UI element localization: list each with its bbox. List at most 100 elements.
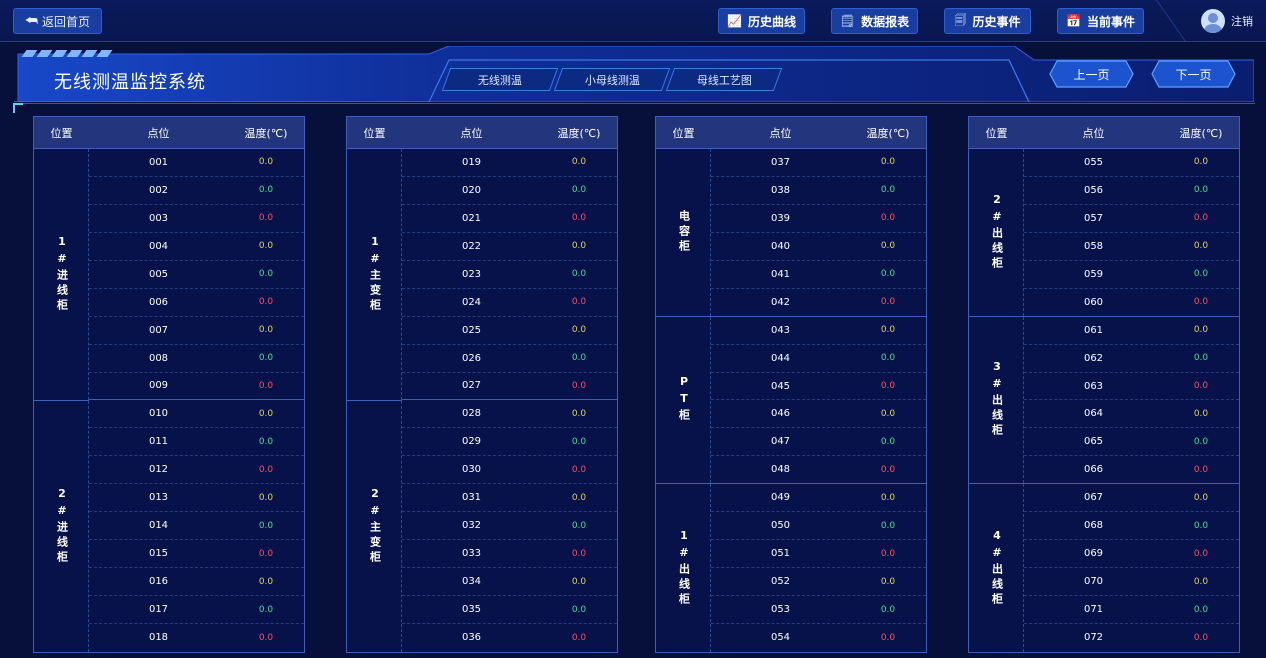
table-row[interactable]: 029 0.0 — [402, 428, 617, 457]
table-row[interactable]: 044 0.0 — [711, 345, 926, 373]
table-row[interactable]: 042 0.0 — [711, 289, 926, 317]
table-row[interactable]: 011 0.0 — [89, 428, 304, 457]
location-cell: PT柜 — [656, 316, 711, 485]
table-row[interactable]: 047 0.0 — [711, 428, 926, 457]
table-row[interactable]: 050 0.0 — [711, 512, 926, 541]
table-row[interactable]: 018 0.0 — [89, 624, 304, 652]
table-row[interactable]: 063 0.0 — [1024, 373, 1239, 401]
tab-wireless-temp[interactable]: 无线测温 — [441, 68, 559, 91]
table-row[interactable]: 030 0.0 — [402, 456, 617, 485]
table-row[interactable]: 045 0.0 — [711, 373, 926, 401]
table-row[interactable]: 064 0.0 — [1024, 400, 1239, 429]
table-row[interactable]: 007 0.0 — [89, 317, 304, 345]
table-row[interactable]: 068 0.0 — [1024, 512, 1239, 541]
table-row[interactable]: 041 0.0 — [711, 261, 926, 289]
table-row[interactable]: 035 0.0 — [402, 596, 617, 624]
table-row[interactable]: 006 0.0 — [89, 289, 304, 317]
temperature-value: 0.0 — [571, 604, 587, 615]
avatar[interactable] — [1201, 9, 1225, 33]
table-row[interactable]: 067 0.0 — [1024, 484, 1239, 513]
table-row[interactable]: 032 0.0 — [402, 512, 617, 541]
table-row[interactable]: 010 0.0 — [89, 401, 304, 429]
table-row[interactable]: 059 0.0 — [1024, 261, 1239, 289]
header-banner: 无线测温监控系统 无线测温 小母线测温 母线工艺图 上一页 下一页 — [14, 46, 1254, 102]
tab-small-busbar-temp[interactable]: 小母线测温 — [553, 68, 671, 91]
table-row[interactable]: 017 0.0 — [89, 596, 304, 624]
table-row[interactable]: 034 0.0 — [402, 568, 617, 597]
table-row[interactable]: 070 0.0 — [1024, 568, 1239, 597]
history-curve-button[interactable]: 📈 历史曲线 — [718, 8, 805, 34]
table-row[interactable]: 005 0.0 — [89, 261, 304, 289]
point-id: 039 — [770, 212, 791, 224]
temperature-value: 0.0 — [1193, 408, 1209, 419]
table-row[interactable]: 001 0.0 — [89, 149, 304, 177]
table-row[interactable]: 003 0.0 — [89, 205, 304, 233]
table-row[interactable]: 039 0.0 — [711, 205, 926, 233]
table-row[interactable]: 069 0.0 — [1024, 540, 1239, 569]
table-row[interactable]: 043 0.0 — [711, 317, 926, 345]
logout-link[interactable]: 注销 — [1231, 13, 1253, 29]
table-row[interactable]: 023 0.0 — [402, 261, 617, 289]
table-row[interactable]: 048 0.0 — [711, 456, 926, 485]
table-row[interactable]: 012 0.0 — [89, 456, 304, 485]
back-home-button[interactable]: ⮪ 返回首页 — [13, 8, 102, 34]
table-row[interactable]: 013 0.0 — [89, 484, 304, 513]
temperature-value: 0.0 — [1193, 548, 1209, 559]
table-row[interactable]: 053 0.0 — [711, 596, 926, 625]
table-row[interactable]: 061 0.0 — [1024, 317, 1239, 345]
table-row[interactable]: 021 0.0 — [402, 205, 617, 233]
table-row[interactable]: 054 0.0 — [711, 624, 926, 652]
table-row[interactable]: 037 0.0 — [711, 149, 926, 177]
history-events-button[interactable]: 🗐 历史事件 — [944, 8, 1031, 34]
table-row[interactable]: 040 0.0 — [711, 233, 926, 261]
table-row[interactable]: 024 0.0 — [402, 289, 617, 317]
temperature-value: 0.0 — [880, 297, 896, 308]
table-row[interactable]: 025 0.0 — [402, 317, 617, 345]
table-row[interactable]: 056 0.0 — [1024, 177, 1239, 205]
temperature-value: 0.0 — [258, 269, 274, 280]
point-id: 041 — [770, 268, 791, 280]
table-row[interactable]: 014 0.0 — [89, 512, 304, 541]
point-id: 002 — [148, 184, 169, 196]
temperature-value: 0.0 — [1193, 576, 1209, 587]
table-row[interactable]: 009 0.0 — [89, 373, 304, 401]
table-row[interactable]: 055 0.0 — [1024, 149, 1239, 177]
prev-page-button[interactable]: 上一页 — [1049, 60, 1134, 88]
current-events-button[interactable]: 📅 当前事件 — [1057, 8, 1144, 34]
table-row[interactable]: 072 0.0 — [1024, 624, 1239, 652]
table-row[interactable]: 002 0.0 — [89, 177, 304, 205]
table-row[interactable]: 019 0.0 — [402, 149, 617, 177]
temperature-value: 0.0 — [1193, 213, 1209, 224]
table-row[interactable]: 015 0.0 — [89, 540, 304, 569]
table-row[interactable]: 022 0.0 — [402, 233, 617, 261]
table-row[interactable]: 031 0.0 — [402, 484, 617, 513]
table-row[interactable]: 071 0.0 — [1024, 596, 1239, 625]
table-row[interactable]: 058 0.0 — [1024, 233, 1239, 261]
tab-busbar-process-diagram[interactable]: 母线工艺图 — [665, 68, 783, 91]
table-row[interactable]: 049 0.0 — [711, 484, 926, 513]
point-id: 003 — [148, 212, 169, 224]
table-row[interactable]: 036 0.0 — [402, 624, 617, 652]
table-row[interactable]: 051 0.0 — [711, 540, 926, 569]
point-id: 023 — [461, 268, 482, 280]
header-location: 位置 — [672, 126, 695, 140]
table-row[interactable]: 057 0.0 — [1024, 205, 1239, 233]
table-row[interactable]: 016 0.0 — [89, 568, 304, 597]
table-row[interactable]: 027 0.0 — [402, 373, 617, 401]
point-id: 035 — [461, 604, 482, 616]
table-row[interactable]: 065 0.0 — [1024, 428, 1239, 457]
table-row[interactable]: 028 0.0 — [402, 401, 617, 429]
table-row[interactable]: 046 0.0 — [711, 400, 926, 429]
next-page-button[interactable]: 下一页 — [1151, 60, 1236, 88]
table-row[interactable]: 026 0.0 — [402, 345, 617, 373]
table-row[interactable]: 066 0.0 — [1024, 456, 1239, 485]
table-row[interactable]: 060 0.0 — [1024, 289, 1239, 317]
table-row[interactable]: 020 0.0 — [402, 177, 617, 205]
table-row[interactable]: 038 0.0 — [711, 177, 926, 205]
table-row[interactable]: 052 0.0 — [711, 568, 926, 597]
table-row[interactable]: 004 0.0 — [89, 233, 304, 261]
table-row[interactable]: 033 0.0 — [402, 540, 617, 569]
data-report-button[interactable]: 🗒 数据报表 — [831, 8, 918, 34]
table-row[interactable]: 062 0.0 — [1024, 345, 1239, 373]
table-row[interactable]: 008 0.0 — [89, 345, 304, 373]
